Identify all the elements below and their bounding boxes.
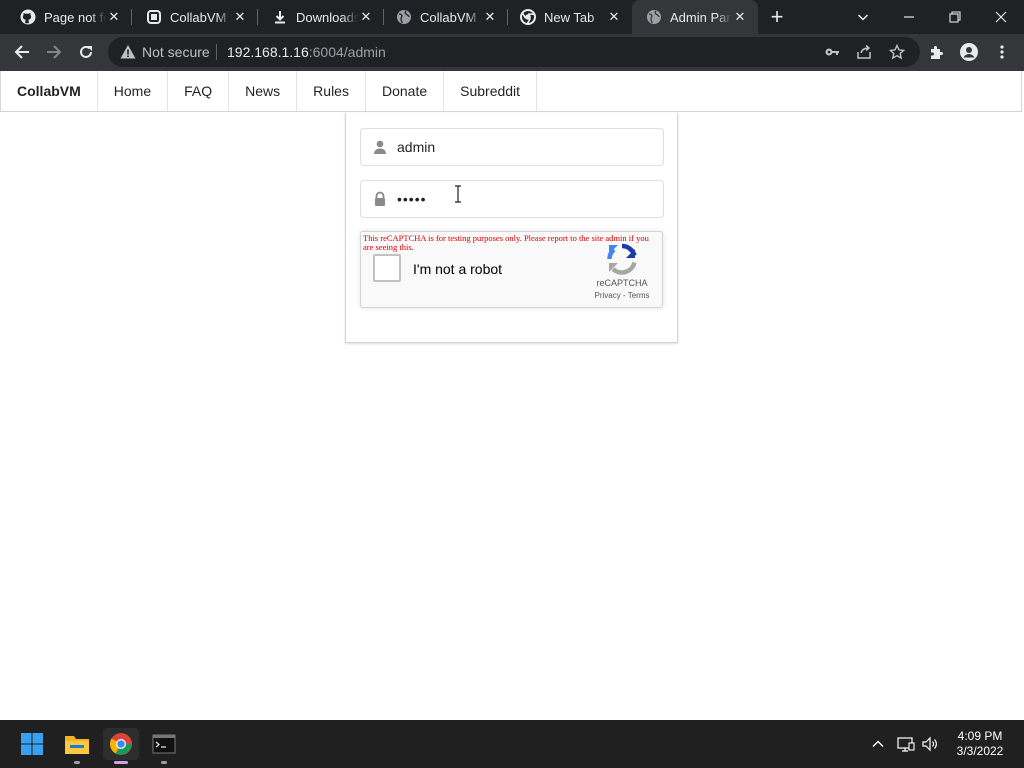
key-icon[interactable] (824, 44, 840, 65)
nav-home[interactable]: Home (98, 71, 169, 111)
tab-admin-panel[interactable]: Admin Panel ✕ (632, 0, 758, 34)
recaptcha-terms: Privacy - Terms (594, 291, 650, 300)
tab-collabvm-server[interactable]: CollabVM Server ✕ (132, 0, 258, 34)
taskbar-terminal[interactable] (146, 728, 182, 764)
url-text[interactable]: 192.168.1.16:6004/admin (227, 44, 386, 60)
minimize-icon (904, 16, 914, 18)
tab-new-tab[interactable]: New Tab ✕ (506, 0, 632, 34)
bookmark-star-icon[interactable] (888, 43, 906, 65)
restore-button[interactable] (938, 0, 972, 34)
folder-icon (65, 736, 89, 754)
tab-title: CollabVM Server (170, 9, 232, 25)
github-icon (20, 9, 36, 25)
warning-icon[interactable] (120, 44, 136, 65)
tab-title: Page not found (44, 9, 106, 25)
globe-icon (396, 9, 412, 25)
new-tab-button[interactable]: + (760, 0, 794, 34)
password-input[interactable] (397, 181, 657, 217)
download-icon (272, 9, 288, 25)
recaptcha-terms-link[interactable]: Terms (628, 291, 650, 300)
minimize-button[interactable] (892, 0, 926, 34)
close-icon[interactable]: ✕ (606, 9, 622, 25)
forward-button[interactable] (39, 37, 69, 67)
speaker-icon (922, 736, 937, 752)
more-vert-icon (1000, 45, 1004, 59)
password-field[interactable] (360, 180, 664, 218)
windows-logo-icon (21, 733, 43, 755)
tab-downloads[interactable]: Downloads ✕ (258, 0, 384, 34)
tab-collabvm[interactable]: CollabVM ✕ (382, 0, 508, 34)
chrome-icon (520, 9, 536, 25)
username-input[interactable] (397, 129, 657, 165)
tab-page-not-found[interactable]: Page not found ✕ (6, 0, 132, 34)
recaptcha-widget: This reCAPTCHA is for testing purposes o… (360, 231, 663, 308)
nav-news[interactable]: News (229, 71, 298, 111)
close-icon[interactable]: ✕ (482, 9, 498, 25)
collabvm-icon (146, 9, 162, 25)
tab-search-button[interactable] (846, 0, 880, 34)
text-cursor-icon (453, 185, 463, 203)
nav-subreddit[interactable]: Subreddit (444, 71, 538, 111)
nav-rules[interactable]: Rules (297, 71, 366, 111)
reload-button[interactable] (71, 37, 101, 67)
restore-icon (949, 11, 961, 23)
close-icon (995, 11, 1007, 23)
tab-title: Downloads (296, 9, 358, 25)
share-icon[interactable] (856, 44, 872, 65)
profile-button[interactable] (954, 37, 984, 67)
clock-time: 4:09 PM (957, 729, 1003, 743)
nav-brand[interactable]: CollabVM (1, 71, 98, 111)
close-icon[interactable]: ✕ (732, 9, 748, 25)
terminal-icon (152, 734, 176, 754)
network-button[interactable] (896, 734, 916, 754)
browser-toolbar: Not secure 192.168.1.16:6004/admin (0, 34, 1024, 71)
recaptcha-brand: reCAPTCHA (596, 278, 648, 288)
taskbar-file-explorer[interactable] (59, 728, 95, 764)
close-window-button[interactable] (984, 0, 1018, 34)
menu-button[interactable] (987, 37, 1017, 67)
close-icon[interactable]: ✕ (106, 9, 122, 25)
arrow-left-icon (14, 45, 29, 59)
url-path: :6004/admin (308, 44, 386, 60)
nav-donate[interactable]: Donate (366, 71, 445, 111)
back-button[interactable] (7, 37, 37, 67)
lock-icon (372, 191, 388, 207)
tab-title: New Tab (544, 9, 595, 25)
login-panel: This reCAPTCHA is for testing purposes o… (345, 113, 678, 343)
username-field[interactable] (360, 128, 664, 166)
network-icon (897, 737, 915, 752)
recaptcha-privacy-link[interactable]: Privacy (595, 291, 621, 300)
url-host: 192.168.1.16 (227, 44, 309, 60)
security-label[interactable]: Not secure (142, 44, 210, 60)
clock-date: 3/3/2022 (956, 744, 1004, 758)
tray-overflow-button[interactable] (868, 734, 888, 754)
arrow-right-icon (47, 45, 62, 59)
volume-button[interactable] (920, 734, 940, 754)
chrome-icon (110, 733, 132, 755)
close-icon[interactable]: ✕ (358, 9, 374, 25)
user-icon (372, 139, 388, 155)
recaptcha-logo-icon (605, 242, 639, 276)
taskbar-clock[interactable]: 4:09 PM 3/3/2022 (944, 729, 1016, 759)
recaptcha-checkbox[interactable] (373, 254, 401, 282)
taskbar-chrome[interactable] (103, 728, 139, 764)
tab-title: CollabVM (420, 9, 477, 25)
chevron-up-icon (872, 740, 884, 747)
address-bar[interactable]: Not secure 192.168.1.16:6004/admin (108, 37, 920, 67)
reload-icon (80, 45, 92, 58)
recaptcha-label: I'm not a robot (413, 261, 503, 277)
close-icon[interactable]: ✕ (232, 9, 248, 25)
chevron-down-icon (857, 14, 869, 21)
site-nav: CollabVM Home FAQ News Rules Donate Subr… (0, 71, 1022, 112)
puzzle-icon (931, 46, 943, 59)
tab-title: Admin Panel (670, 9, 732, 25)
profile-icon (960, 43, 978, 61)
tab-strip: Page not found ✕ CollabVM Server ✕ Downl… (0, 0, 1024, 34)
start-button[interactable] (14, 728, 50, 760)
nav-faq[interactable]: FAQ (168, 71, 230, 111)
taskbar (0, 720, 1024, 768)
extensions-button[interactable] (922, 37, 952, 67)
globe-icon (646, 9, 662, 25)
